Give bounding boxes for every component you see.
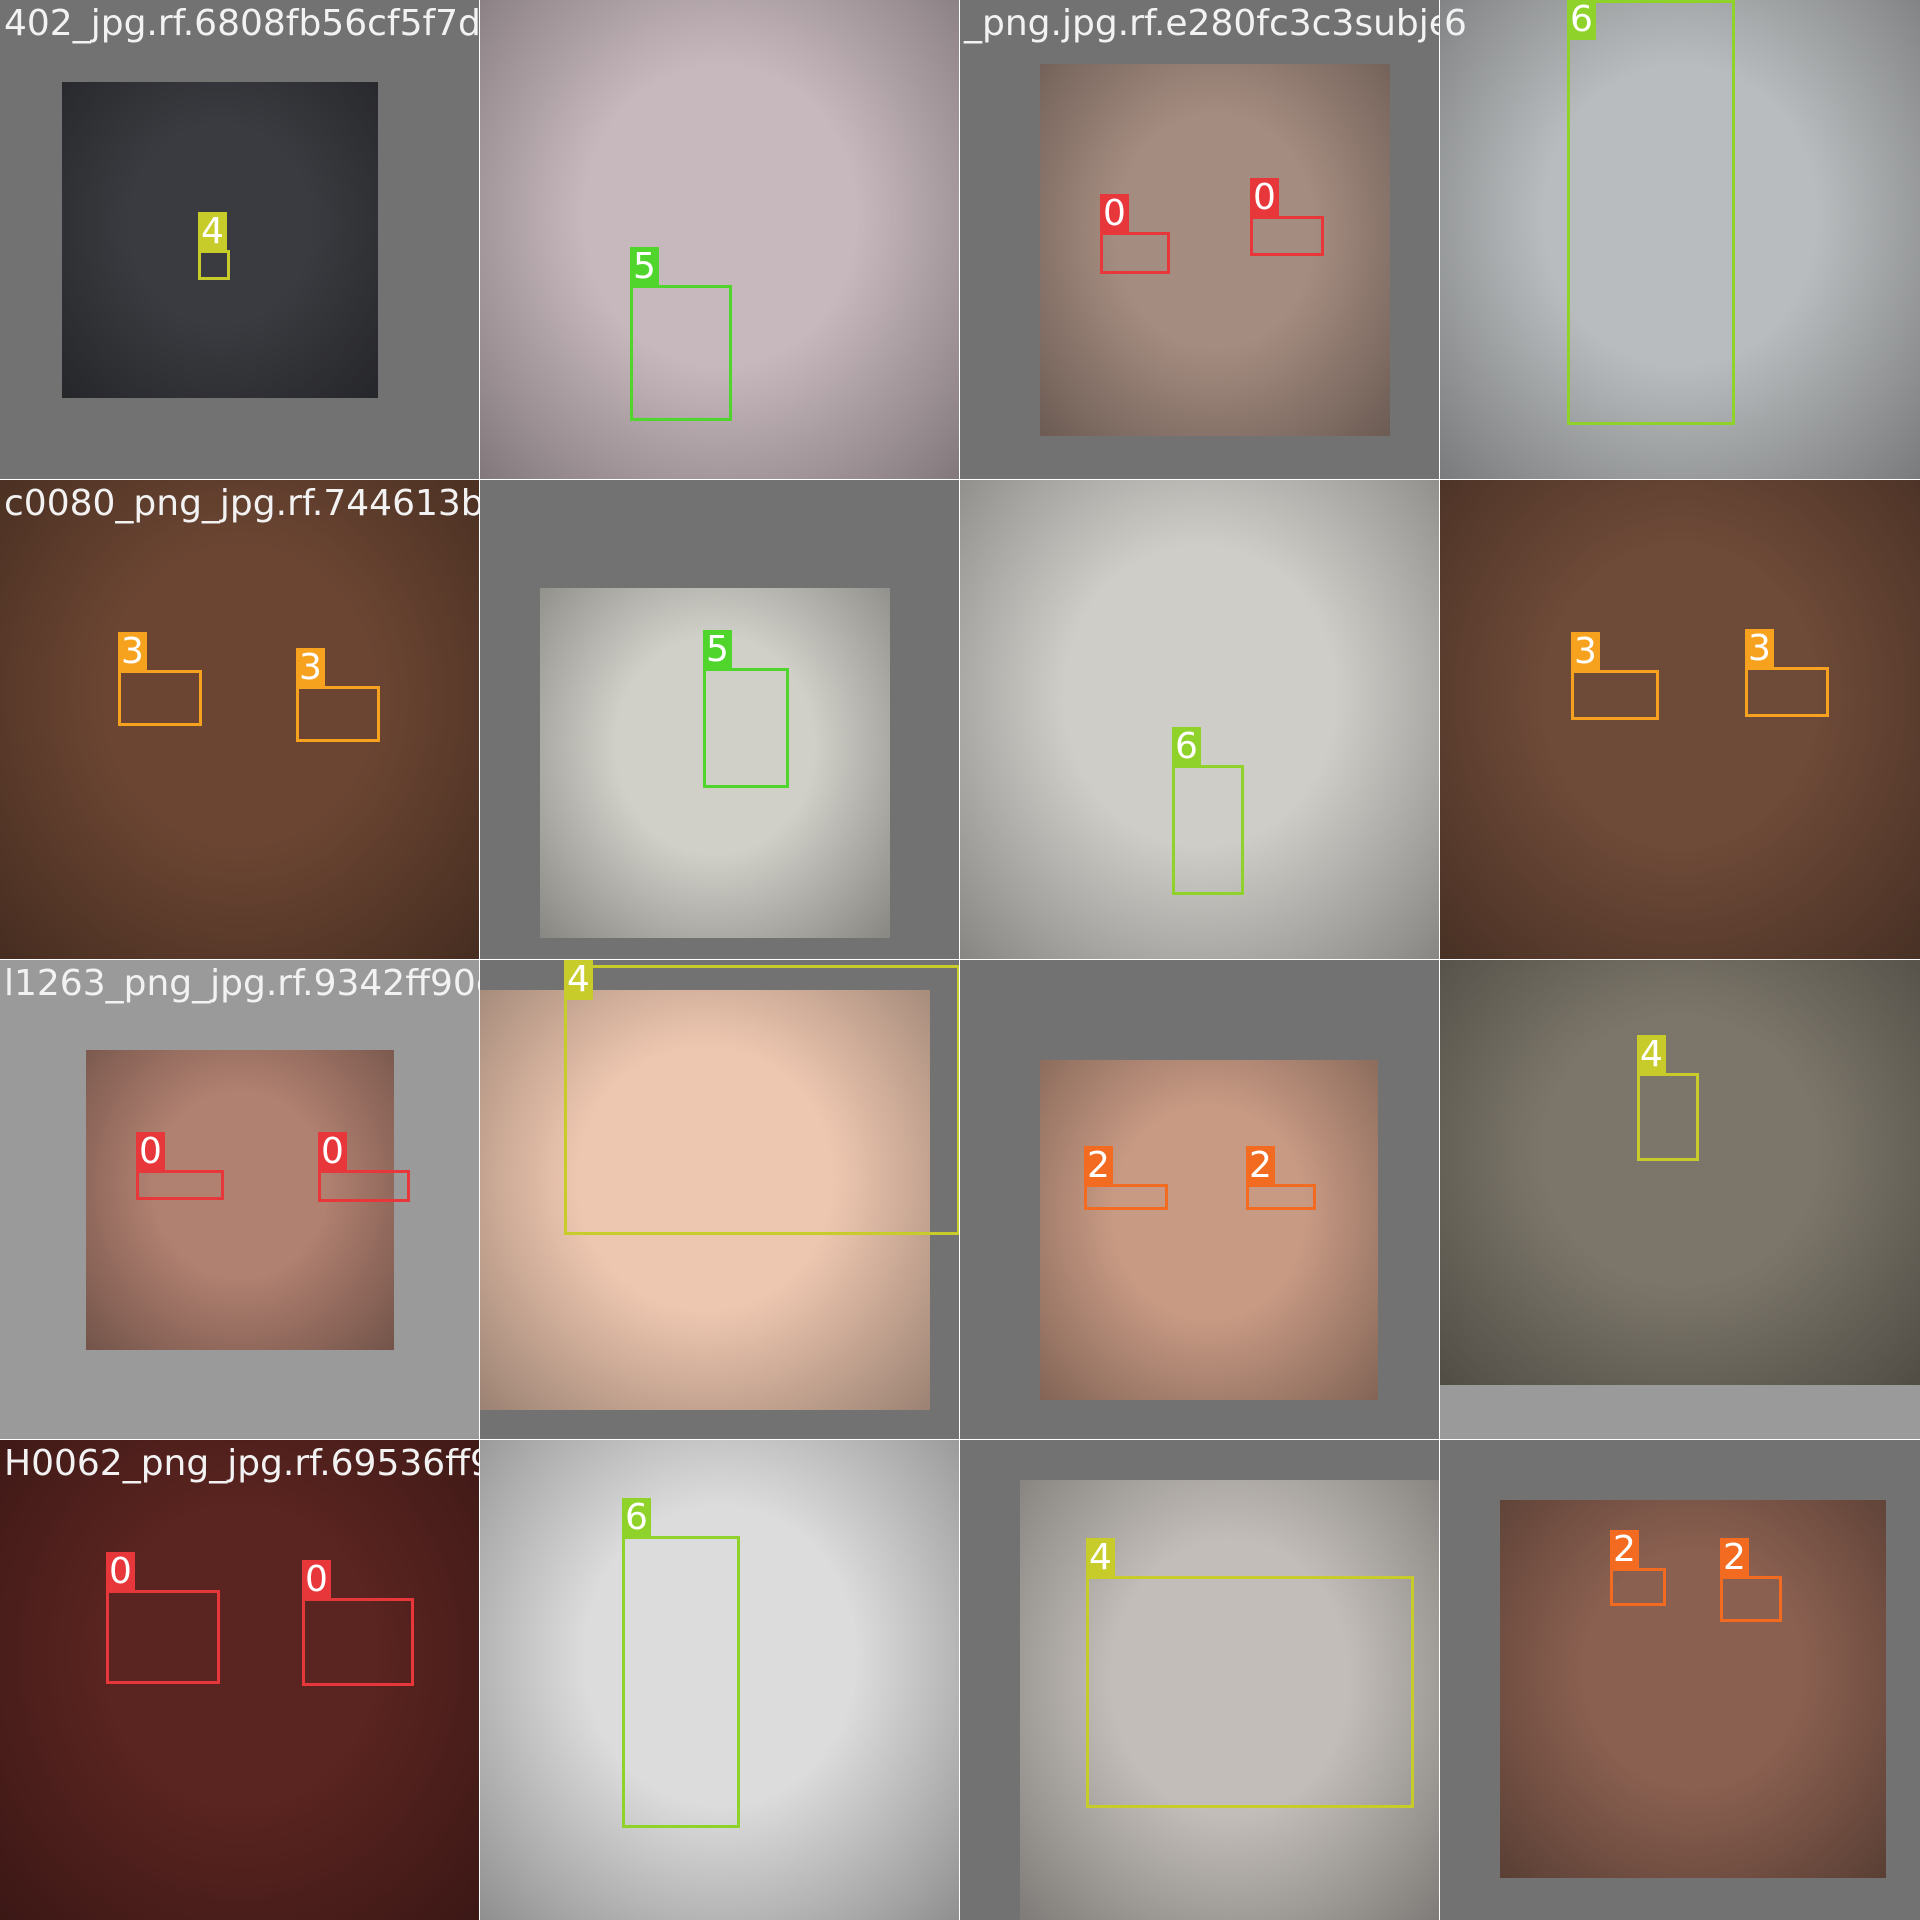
bounding-box [1567, 0, 1735, 425]
bounding-box [1084, 1184, 1168, 1210]
bounding-box [1250, 216, 1324, 256]
bounding-box [296, 686, 380, 742]
class-label: 2 [1720, 1538, 1749, 1578]
class-label: 0 [136, 1132, 165, 1172]
class-label: 4 [1086, 1538, 1115, 1578]
mosaic-tile: c0080_png_jpg.rf.744613b4f99f64d2702_rgb… [0, 480, 479, 959]
class-label: 2 [1610, 1530, 1639, 1570]
bounding-box [1637, 1073, 1699, 1161]
bounding-box [1571, 670, 1659, 720]
class-label: 3 [296, 648, 325, 688]
class-label: 3 [1745, 629, 1774, 669]
bounding-box [118, 670, 202, 726]
bounding-box [1086, 1576, 1414, 1808]
bounding-box [703, 668, 789, 788]
class-label: 0 [106, 1552, 135, 1592]
bounding-box [1610, 1568, 1666, 1606]
image-filename: l1263_png_jpg.rf.9342ff90c36fa39d04e7d07… [4, 963, 479, 1004]
source-photo [1440, 960, 1920, 1385]
bounding-box [622, 1536, 740, 1828]
class-label: 5 [703, 630, 732, 670]
mosaic-tile: _png.jpg.rf.e280fc3c3subject_9_b002qs 0 0 [960, 0, 1439, 479]
mosaic-tile: 66 [1440, 0, 1920, 479]
bounding-box [318, 1170, 410, 1202]
bounding-box [564, 965, 959, 1235]
class-label: 4 [564, 960, 593, 1000]
mosaic-tile: 6 [480, 1440, 959, 1920]
bounding-box [106, 1590, 220, 1684]
class-label: 2 [1246, 1146, 1275, 1186]
image-filename: 402_jpg.rf.6808fb56cf5f7d186f16a4303c5d7… [4, 3, 479, 44]
class-label: 6 [1172, 727, 1201, 767]
bounding-box [1745, 667, 1829, 717]
bounding-box [198, 250, 230, 280]
mosaic-tile: 22 [1440, 1440, 1920, 1920]
mosaic-tile: 5 [480, 0, 959, 479]
bounding-box [1246, 1184, 1316, 1210]
class-label: 3 [1571, 632, 1600, 672]
class-label: 0 [318, 1132, 347, 1172]
detection-grid: 402_jpg.rf.6808fb56cf5f7d186f16a4303c5d7… [0, 0, 1920, 1920]
mosaic-tile: 4 [960, 1440, 1439, 1920]
bounding-box [136, 1170, 224, 1200]
mosaic-tile: 22 [960, 960, 1439, 1439]
mosaic-tile: 33 [1440, 480, 1920, 959]
image-filename: _png.jpg.rf.e280fc3c3subject_9_b002qs [964, 3, 1439, 44]
mosaic-tile: l1263_png_jpg.rf.9342ff90c36fa39d04e7d07… [0, 960, 479, 1439]
source-photo [1500, 1500, 1886, 1878]
mosaic-tile: 402_jpg.rf.6808fb56cf5f7d186f16a4303c5d7… [0, 0, 479, 479]
class-label: 6 [622, 1498, 651, 1538]
source-photo [1440, 480, 1920, 959]
image-filename: 6 [1444, 3, 1467, 44]
class-label: 2 [1084, 1146, 1113, 1186]
mosaic-tile: 6 [960, 480, 1439, 959]
bounding-box [1720, 1576, 1782, 1622]
class-label: 6 [1567, 0, 1596, 40]
class-label: 3 [118, 632, 147, 672]
source-photo [1040, 64, 1390, 436]
image-filename: c0080_png_jpg.rf.744613b4f99f64d2702_rgb… [4, 483, 479, 524]
bounding-box [1100, 232, 1170, 274]
bounding-box [302, 1598, 414, 1686]
class-label: 0 [1100, 194, 1129, 234]
source-photo [1040, 1060, 1378, 1400]
mosaic-tile: 4 [1440, 960, 1920, 1439]
bounding-box [630, 285, 732, 421]
mosaic-tile: 4 [480, 960, 959, 1439]
mosaic-tile: H0062_png_jpg.rf.69536ff95973f5c8f525bdc… [0, 1440, 479, 1920]
source-photo [0, 480, 479, 959]
bounding-box [1172, 765, 1244, 895]
image-filename: H0062_png_jpg.rf.69536ff95973f5c8f525bdc… [4, 1443, 479, 1484]
class-label: 4 [198, 212, 227, 252]
class-label: 4 [1637, 1035, 1666, 1075]
class-label: 5 [630, 247, 659, 287]
class-label: 0 [302, 1560, 331, 1600]
mosaic-tile: 5 [480, 480, 959, 959]
class-label: 0 [1250, 178, 1279, 218]
